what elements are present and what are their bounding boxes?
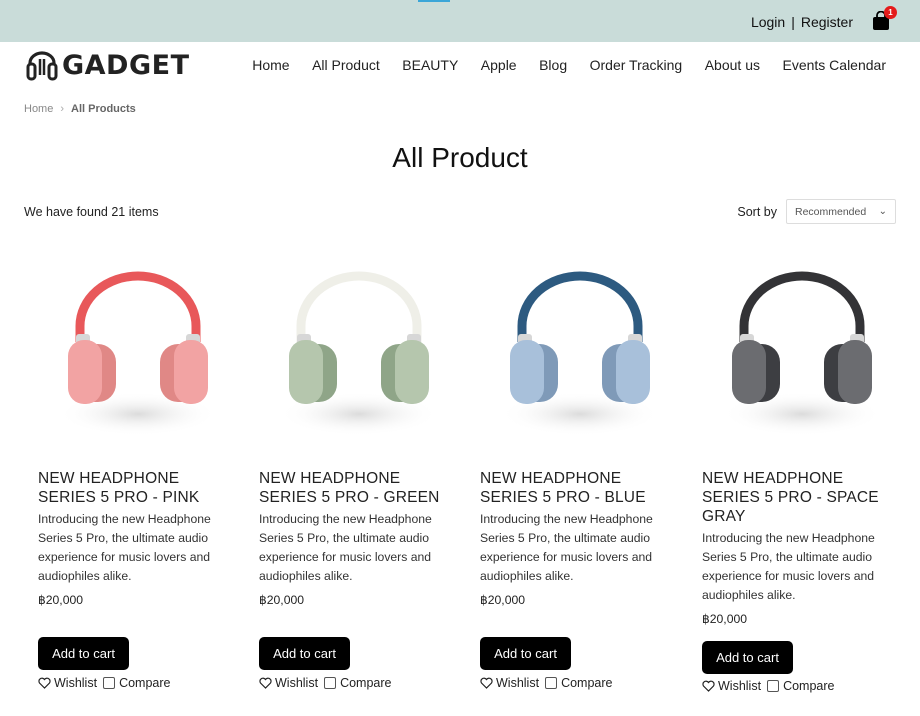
product-description: Introducing the new Headphone Series 5 P… — [259, 512, 432, 583]
checkbox-box — [545, 677, 558, 689]
product-description: Introducing the new Headphone Series 5 P… — [38, 512, 211, 583]
product-actions: Wishlist Compare — [702, 679, 834, 693]
nav-beauty[interactable]: BEAUTY — [402, 57, 458, 73]
product-name[interactable]: NEW HEADPHONE SERIES 5 PRO - SPACE GRAY — [702, 469, 892, 526]
cart-count-badge: 1 — [884, 6, 897, 19]
checkbox-box — [103, 677, 116, 689]
nav-blog[interactable]: Blog — [539, 57, 567, 73]
logo-text: GADGET — [62, 50, 190, 81]
wishlist-button[interactable]: Wishlist — [702, 679, 761, 693]
product-name[interactable]: NEW HEADPHONE SERIES 5 PRO - GREEN — [259, 469, 449, 507]
product-price: ฿20,000 — [480, 593, 526, 607]
compare-checkbox[interactable]: Compare — [767, 679, 834, 693]
product-image[interactable] — [480, 244, 680, 454]
breadcrumb: Home › All Products — [24, 103, 136, 115]
compare-checkbox[interactable]: Compare — [545, 676, 612, 690]
headphone-logo-icon — [26, 50, 58, 80]
page-title: All Product — [392, 142, 528, 173]
wishlist-label: Wishlist — [54, 676, 98, 690]
breadcrumb-home[interactable]: Home — [24, 103, 53, 115]
sort-label: Sort by — [737, 204, 777, 219]
product-description: Introducing the new Headphone Series 5 P… — [480, 512, 653, 583]
heart-icon — [480, 677, 493, 689]
heart-icon — [38, 677, 51, 689]
breadcrumb-current: All Products — [71, 103, 136, 115]
compare-label: Compare — [783, 679, 835, 693]
product-price: ฿20,000 — [259, 593, 305, 607]
checkbox-box — [767, 680, 780, 692]
main-nav: Home All Product BEAUTY Apple Blog Order… — [252, 57, 886, 73]
top-bar: Login | Register 1 — [0, 0, 920, 42]
product-image[interactable] — [259, 244, 459, 454]
logo[interactable]: GADGET — [26, 50, 190, 81]
compare-label: Compare — [119, 676, 171, 690]
results-count: We have found 21 items — [24, 205, 159, 219]
wishlist-button[interactable]: Wishlist — [38, 676, 97, 690]
add-to-cart-button[interactable]: Add to cart — [480, 637, 571, 670]
nav-all-product[interactable]: All Product — [312, 57, 380, 73]
product-actions: Wishlist Compare — [259, 676, 391, 690]
product-actions: Wishlist Compare — [480, 676, 612, 690]
chevron-down-icon: ⌄ — [878, 206, 887, 217]
product-price: ฿20,000 — [702, 612, 748, 626]
sort-control: Sort by Recommended ⌄ — [737, 199, 896, 224]
product-price: ฿20,000 — [38, 593, 84, 607]
product-description: Introducing the new Headphone Series 5 P… — [702, 531, 875, 602]
add-to-cart-button[interactable]: Add to cart — [38, 637, 129, 670]
main-header: GADGET Home All Product BEAUTY Apple Blo… — [0, 42, 920, 92]
add-to-cart-button[interactable]: Add to cart — [702, 641, 793, 674]
heart-icon — [702, 680, 715, 692]
product-name[interactable]: NEW HEADPHONE SERIES 5 PRO - BLUE — [480, 469, 670, 507]
compare-checkbox[interactable]: Compare — [103, 676, 170, 690]
auth-links: Login | Register — [751, 14, 853, 30]
nav-events-calendar[interactable]: Events Calendar — [782, 57, 886, 73]
wishlist-label: Wishlist — [718, 679, 762, 693]
checkbox-box — [324, 677, 337, 689]
sort-value: Recommended — [795, 205, 867, 218]
heart-icon — [259, 677, 272, 689]
nav-order-tracking[interactable]: Order Tracking — [590, 57, 683, 73]
register-link[interactable]: Register — [801, 14, 853, 30]
compare-checkbox[interactable]: Compare — [324, 676, 391, 690]
compare-label: Compare — [561, 676, 613, 690]
wishlist-button[interactable]: Wishlist — [259, 676, 318, 690]
nav-home[interactable]: Home — [252, 57, 289, 73]
wishlist-label: Wishlist — [496, 676, 540, 690]
sort-select[interactable]: Recommended ⌄ — [786, 199, 896, 224]
headband — [75, 271, 201, 342]
wishlist-label: Wishlist — [275, 676, 319, 690]
compare-label: Compare — [340, 676, 392, 690]
product-image[interactable] — [702, 244, 902, 454]
nav-apple[interactable]: Apple — [481, 57, 517, 73]
auth-separator: | — [791, 14, 795, 30]
top-accent-line — [418, 0, 450, 2]
product-image[interactable] — [38, 244, 238, 454]
nav-about-us[interactable]: About us — [705, 57, 760, 73]
wishlist-button[interactable]: Wishlist — [480, 676, 539, 690]
product-actions: Wishlist Compare — [38, 676, 170, 690]
login-link[interactable]: Login — [751, 14, 785, 30]
product-name[interactable]: NEW HEADPHONE SERIES 5 PRO - PINK — [38, 469, 228, 507]
add-to-cart-button[interactable]: Add to cart — [259, 637, 350, 670]
chevron-right-icon: › — [60, 103, 65, 115]
